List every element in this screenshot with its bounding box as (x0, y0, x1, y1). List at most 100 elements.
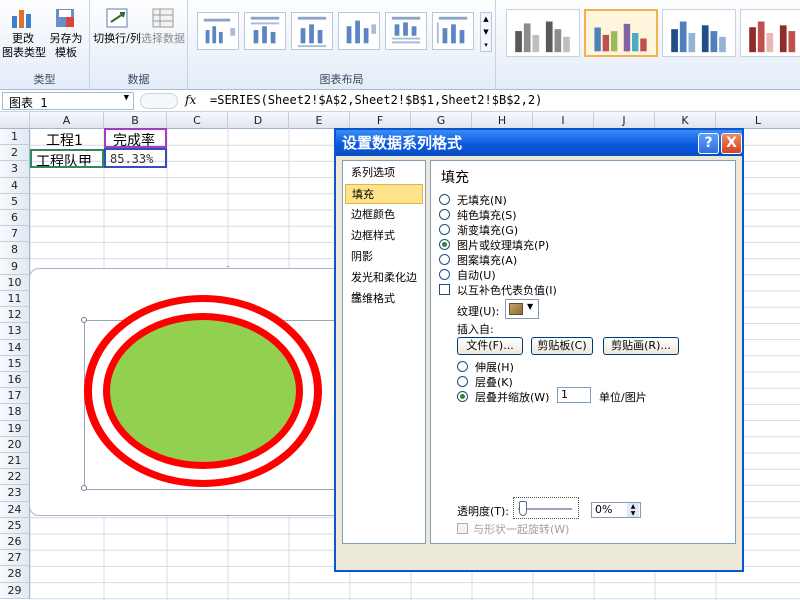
radio-stack-and-scale[interactable] (457, 391, 468, 402)
chart-layout-1[interactable] (197, 12, 239, 50)
series-values-range-highlight (104, 148, 167, 168)
row-header-18[interactable]: 18 (0, 404, 30, 421)
row-header-16[interactable]: 16 (0, 372, 30, 389)
row-header-5[interactable]: 5 (0, 193, 30, 210)
texture-dropdown[interactable]: ▼ (505, 299, 539, 319)
row-header-25[interactable]: 25 (0, 517, 30, 534)
close-button[interactable]: X (721, 133, 742, 154)
chart-layout-2[interactable] (244, 12, 286, 50)
chart-layout-4[interactable] (338, 12, 380, 50)
layout-gallery-scroll[interactable]: ▲ ▼ ▾ (480, 12, 492, 52)
row-header-14[interactable]: 14 (0, 339, 30, 356)
col-header-l[interactable]: L (716, 112, 800, 129)
chart-layout-5[interactable] (385, 12, 427, 50)
row-header-17[interactable]: 17 (0, 388, 30, 405)
name-box[interactable]: 图表 1 ▼ (2, 92, 134, 110)
row-header-10[interactable]: 10 (0, 274, 30, 291)
radio-automatic-fill[interactable] (439, 269, 450, 280)
nav-border-style[interactable]: 边框样式 (345, 226, 423, 246)
col-header-a[interactable]: A (30, 112, 104, 129)
radio-pattern-fill[interactable] (439, 254, 450, 265)
invert-if-negative-checkbox[interactable] (439, 284, 450, 295)
row-header-9[interactable]: 9 (0, 258, 30, 275)
col-header-g[interactable]: G (411, 112, 472, 129)
row-header-1[interactable]: 1 (0, 129, 30, 146)
row-header-2[interactable]: 2 (0, 145, 30, 162)
row-header-20[interactable]: 20 (0, 436, 30, 453)
select-data-button[interactable]: 选择数据 (140, 0, 186, 46)
formula-input[interactable]: =SERIES(Sheet2!$A$2,Sheet2!$B$1,Sheet2!$… (210, 93, 542, 107)
col-header-b[interactable]: B (104, 112, 167, 129)
radio-stack[interactable] (457, 376, 468, 387)
row-header-22[interactable]: 22 (0, 469, 30, 486)
row-header-6[interactable]: 6 (0, 210, 30, 227)
chart-top-resize-handle[interactable]: ···· (226, 264, 238, 271)
insert-from-file-button[interactable]: 文件(F)... (457, 337, 523, 355)
row-header-21[interactable]: 21 (0, 453, 30, 470)
chart-bottom-resize-handle[interactable]: ···· (226, 513, 238, 520)
col-header-k[interactable]: K (655, 112, 716, 129)
col-header-f[interactable]: F (350, 112, 411, 129)
chart-style-1[interactable] (506, 9, 580, 57)
row-header-26[interactable]: 26 (0, 534, 30, 551)
units-per-picture-input[interactable]: 1 (557, 387, 591, 403)
change-chart-type-button[interactable]: 更改 图表类型 (2, 0, 46, 60)
rotate-with-shape-checkbox[interactable] (457, 523, 468, 534)
row-header-4[interactable]: 4 (0, 177, 30, 194)
row-header-8[interactable]: 8 (0, 242, 30, 259)
transparency-label: 透明度(T): (457, 505, 510, 518)
select-all-corner[interactable] (0, 112, 30, 129)
row-header-29[interactable]: 29 (0, 582, 30, 599)
insert-clipart-button[interactable]: 剪贴画(R)... (603, 337, 679, 355)
col-header-j[interactable]: J (594, 112, 655, 129)
col-header-i[interactable]: I (533, 112, 594, 129)
dialog-titlebar[interactable]: 设置数据系列格式 ? X (336, 130, 742, 156)
name-box-dropdown-icon[interactable]: ▼ (124, 93, 129, 103)
insert-from-clipboard-button[interactable]: 剪贴板(C) (531, 337, 593, 355)
formula-bar-resize-handle[interactable] (140, 93, 178, 109)
picture-fill-series[interactable] (110, 320, 296, 462)
row-header-11[interactable]: 11 (0, 291, 30, 308)
cell-a1[interactable]: 工程1 (46, 130, 83, 150)
row-header-15[interactable]: 15 (0, 355, 30, 372)
radio-gradient-fill[interactable] (439, 224, 450, 235)
radio-solid-fill[interactable] (439, 209, 450, 220)
transparency-input[interactable]: 0% ▲ ▼ (591, 502, 641, 518)
radio-stretch[interactable] (457, 361, 468, 372)
row-header-13[interactable]: 13 (0, 323, 30, 340)
row-header-3[interactable]: 3 (0, 161, 30, 178)
chart-style-3[interactable] (662, 9, 736, 57)
chart-style-2-selected[interactable] (584, 9, 658, 57)
row-header-19[interactable]: 19 (0, 420, 30, 437)
nav-glow-soft-edges[interactable]: 发光和柔化边缘 (345, 268, 423, 304)
nav-fill[interactable]: 填充 (345, 184, 423, 204)
chart-layout-6[interactable] (432, 12, 474, 50)
row-header-7[interactable]: 7 (0, 226, 30, 243)
radio-picture-texture-fill[interactable] (439, 239, 450, 250)
group-chart-layouts-label: 图表布局 (319, 73, 364, 86)
row-header-24[interactable]: 24 (0, 501, 30, 518)
nav-shadow[interactable]: 阴影 (345, 247, 423, 267)
row-header-27[interactable]: 27 (0, 550, 30, 567)
col-header-c[interactable]: C (167, 112, 228, 129)
col-header-e[interactable]: E (289, 112, 350, 129)
transparency-slider[interactable] (513, 497, 579, 519)
transparency-slider-thumb[interactable] (519, 501, 527, 516)
nav-border-color[interactable]: 边框颜色 (345, 205, 423, 225)
row-header-28[interactable]: 28 (0, 566, 30, 583)
row-header-23[interactable]: 23 (0, 485, 30, 502)
nav-3d-format[interactable]: 三维格式 (345, 289, 423, 309)
nav-series-options[interactable]: 系列选项 (345, 163, 423, 183)
chart-style-4[interactable] (740, 9, 800, 57)
chart-layout-3[interactable] (291, 12, 333, 50)
insert-function-button[interactable]: fx (185, 93, 196, 107)
col-header-h[interactable]: H (472, 112, 533, 129)
radio-no-fill[interactable] (439, 194, 450, 205)
col-header-d[interactable]: D (228, 112, 289, 129)
row-header-12[interactable]: 12 (0, 307, 30, 324)
help-button[interactable]: ? (698, 133, 719, 154)
transparency-spinner-icon[interactable]: ▲ ▼ (627, 503, 639, 517)
switch-row-column-button[interactable]: 切换行/列 (92, 0, 142, 46)
save-as-template-button[interactable]: 另存为 模板 (44, 0, 88, 60)
group-data-label: 数据 (127, 73, 150, 86)
